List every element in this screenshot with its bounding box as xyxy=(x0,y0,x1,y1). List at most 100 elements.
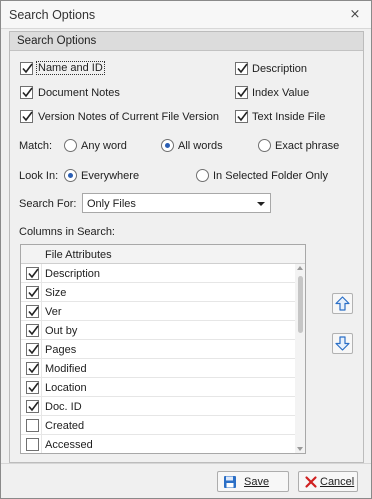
text-inside-file-label: Text Inside File xyxy=(252,111,326,123)
checkmark-icon xyxy=(28,382,39,393)
row-checkbox[interactable] xyxy=(26,438,39,451)
match-label: Match: xyxy=(19,140,53,152)
name-and-id-label: Name and ID xyxy=(36,61,105,75)
grid-header-label: File Attributes xyxy=(45,249,112,261)
row-divider xyxy=(41,340,42,359)
row-label: Modified xyxy=(45,363,87,375)
checkmark-icon xyxy=(28,268,39,279)
table-row[interactable]: Modified xyxy=(21,359,295,378)
look-in-label: Look In: xyxy=(19,170,59,182)
checkmark-icon xyxy=(28,287,39,298)
row-checkbox[interactable] xyxy=(26,400,39,413)
row-checkbox[interactable] xyxy=(26,419,39,432)
row-label: Size xyxy=(45,287,67,299)
move-down-button[interactable] xyxy=(332,333,353,354)
row-checkbox[interactable] xyxy=(26,343,39,356)
match-exact-phrase-radio[interactable] xyxy=(258,139,271,152)
grid-scrollbar[interactable] xyxy=(295,264,305,453)
row-divider xyxy=(41,416,42,435)
columns-label: Columns in Search: xyxy=(19,226,115,238)
footer-divider xyxy=(1,463,371,464)
row-label: Description xyxy=(45,268,101,280)
save-label: Save xyxy=(244,476,270,488)
match-all-words-label: All words xyxy=(178,140,223,152)
row-divider xyxy=(41,302,42,321)
title-bar: Search Options ⨯ xyxy=(1,1,371,29)
move-up-button[interactable] xyxy=(332,293,353,314)
checkmark-icon xyxy=(28,401,39,412)
table-row[interactable]: Size xyxy=(21,283,295,302)
search-for-value: Only Files xyxy=(87,198,136,210)
document-notes-checkbox[interactable] xyxy=(20,86,33,99)
group-header: Search Options xyxy=(10,32,363,51)
radio-selected-dot xyxy=(165,143,170,148)
checkmark-icon xyxy=(237,111,248,122)
grid-header: File Attributes xyxy=(21,245,305,264)
name-and-id-checkbox[interactable] xyxy=(20,62,33,75)
row-checkbox[interactable] xyxy=(26,324,39,337)
scroll-up-arrow-icon[interactable] xyxy=(297,266,303,270)
scroll-down-arrow-icon[interactable] xyxy=(297,447,303,451)
close-icon[interactable]: ⨯ xyxy=(348,7,362,21)
checkmark-icon xyxy=(237,87,248,98)
checkmark-icon xyxy=(28,325,39,336)
scroll-thumb[interactable] xyxy=(298,276,303,333)
row-checkbox[interactable] xyxy=(26,267,39,280)
look-in-selected-folder-radio[interactable] xyxy=(196,169,209,182)
search-options-dialog: Search Options ⨯ Search Options Name and… xyxy=(0,0,372,499)
index-value-checkbox[interactable] xyxy=(235,86,248,99)
table-row[interactable]: Pages xyxy=(21,340,295,359)
row-label: Accessed xyxy=(45,439,93,451)
row-divider xyxy=(41,321,42,340)
checkmark-icon xyxy=(28,363,39,374)
version-notes-checkbox[interactable] xyxy=(20,110,33,123)
version-notes-label: Version Notes of Current File Version xyxy=(38,111,219,123)
search-for-select[interactable]: Only Files xyxy=(82,193,271,213)
look-in-selected-folder-label: In Selected Folder Only xyxy=(213,170,328,182)
table-row[interactable]: Created xyxy=(21,416,295,435)
group-title: Search Options xyxy=(17,35,97,47)
look-in-everywhere-radio[interactable] xyxy=(64,169,77,182)
description-label: Description xyxy=(252,63,308,75)
row-label: Location xyxy=(45,382,87,394)
cancel-label: Cancel xyxy=(320,476,355,488)
search-for-label: Search For: xyxy=(19,198,77,210)
checkmark-icon xyxy=(237,63,248,74)
row-divider xyxy=(41,378,42,397)
row-divider xyxy=(41,264,42,283)
checkmark-icon xyxy=(22,63,33,74)
match-exact-phrase-label: Exact phrase xyxy=(275,140,340,152)
row-checkbox[interactable] xyxy=(26,381,39,394)
match-any-word-label: Any word xyxy=(81,140,127,152)
table-row[interactable]: Out by xyxy=(21,321,295,340)
arrow-up-icon xyxy=(335,296,350,311)
table-row[interactable]: Accessed xyxy=(21,435,295,453)
document-notes-label: Document Notes xyxy=(38,87,120,99)
row-label: Ver xyxy=(45,306,62,318)
table-row[interactable]: Doc. ID xyxy=(21,397,295,416)
row-checkbox[interactable] xyxy=(26,305,39,318)
checkmark-icon xyxy=(22,87,33,98)
save-button[interactable]: Save xyxy=(217,471,289,492)
arrow-down-icon xyxy=(335,336,350,351)
table-row[interactable]: Description xyxy=(21,264,295,283)
window-title: Search Options xyxy=(9,8,96,22)
table-row[interactable]: Ver xyxy=(21,302,295,321)
match-any-word-radio[interactable] xyxy=(64,139,77,152)
row-divider xyxy=(41,397,42,416)
row-divider xyxy=(41,283,42,302)
description-checkbox[interactable] xyxy=(235,62,248,75)
row-checkbox[interactable] xyxy=(26,286,39,299)
radio-selected-dot xyxy=(68,173,73,178)
row-label: Pages xyxy=(45,344,77,356)
row-label: Created xyxy=(45,420,85,432)
row-checkbox[interactable] xyxy=(26,362,39,375)
columns-grid: File Attributes Description Size Ver Out… xyxy=(20,244,306,454)
cancel-button[interactable]: Cancel xyxy=(298,471,358,492)
text-inside-file-checkbox[interactable] xyxy=(235,110,248,123)
look-in-everywhere-label: Everywhere xyxy=(81,170,140,182)
search-options-group: Search Options Name and ID Description D… xyxy=(9,31,364,463)
table-row[interactable]: Location xyxy=(21,378,295,397)
checkmark-icon xyxy=(28,306,39,317)
match-all-words-radio[interactable] xyxy=(161,139,174,152)
